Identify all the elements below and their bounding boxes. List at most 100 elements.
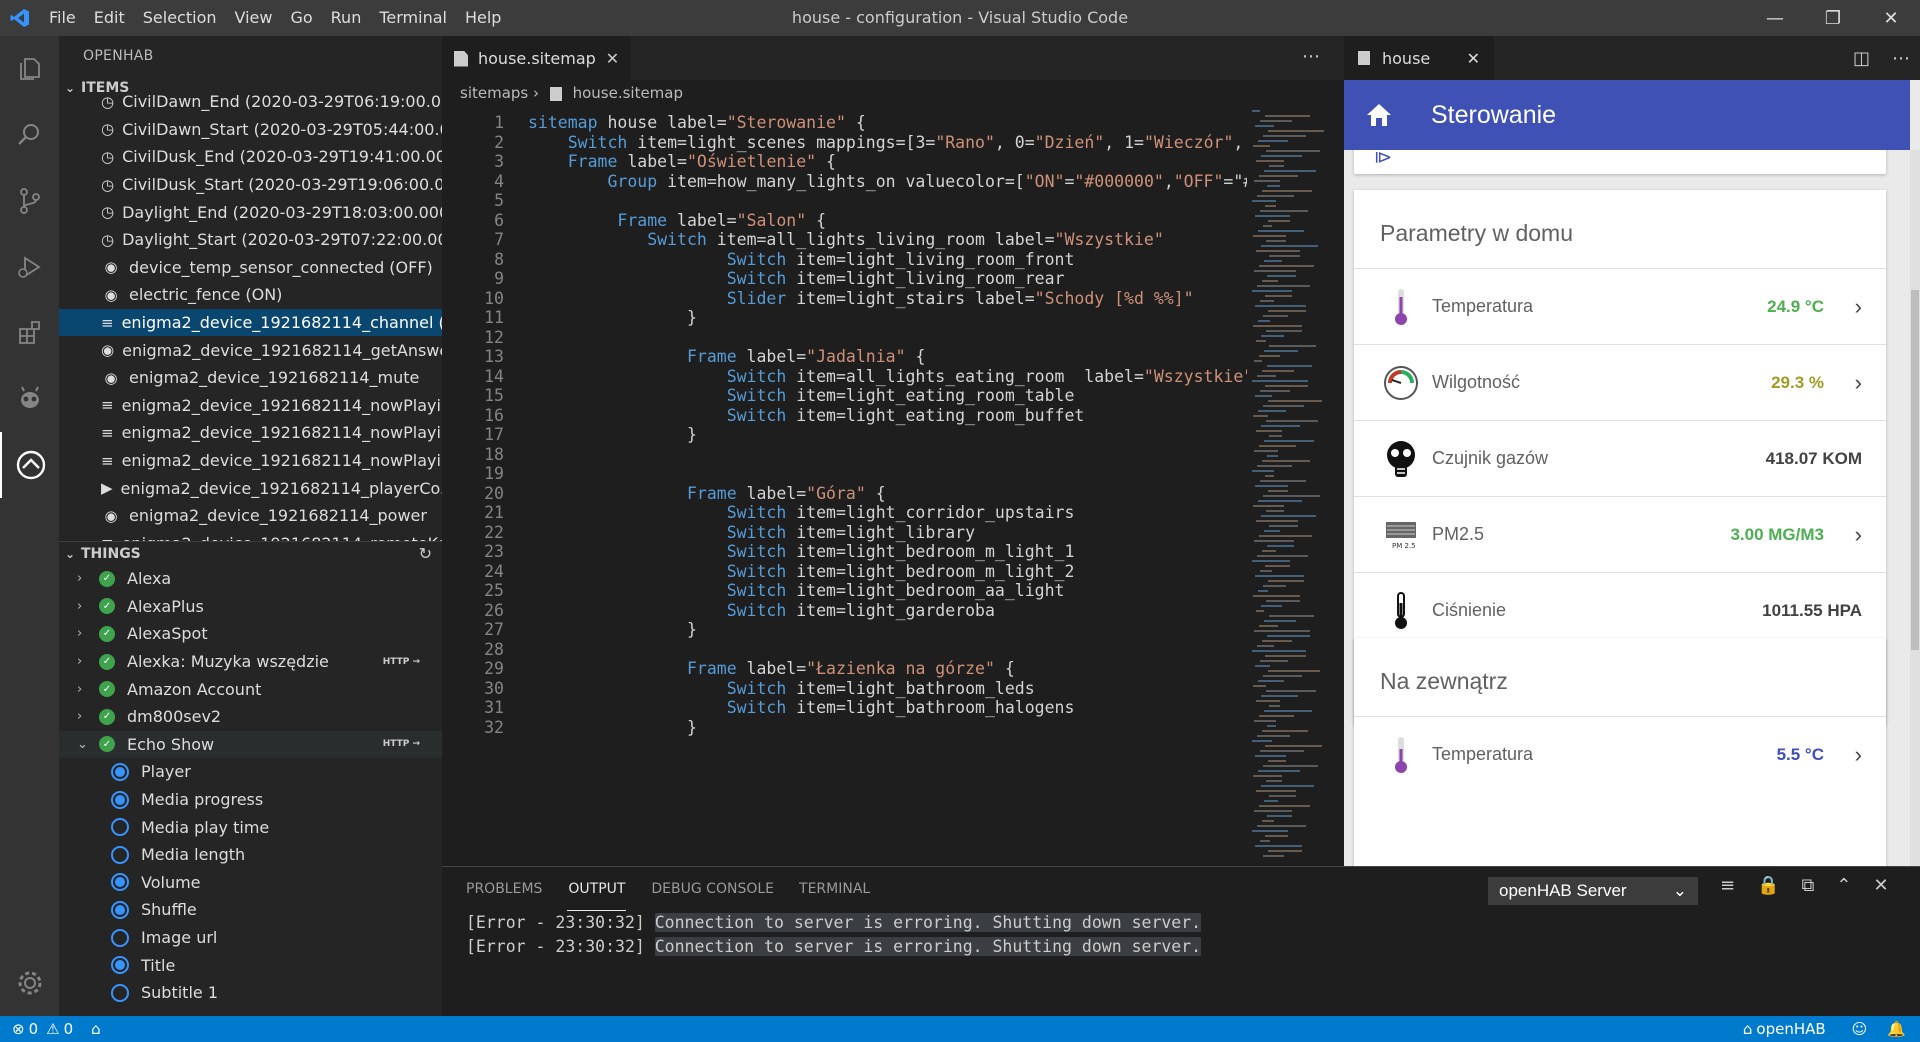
- menu-item-run[interactable]: Run: [322, 0, 371, 36]
- panel-tab-output[interactable]: OUTPUT: [567, 867, 627, 911]
- close-panel-icon[interactable]: ✕: [1873, 875, 1888, 896]
- thing-row[interactable]: › ✓ Amazon Account: [59, 675, 442, 703]
- chevron-right-icon[interactable]: ›: [77, 682, 99, 697]
- close-window-button[interactable]: ✕: [1862, 0, 1920, 36]
- feedback-icon[interactable]: ☺: [1852, 1020, 1868, 1038]
- row-outside-temperature[interactable]: Temperatura 5.5 °C ›: [1354, 716, 1886, 792]
- lock-icon[interactable]: 🔒: [1757, 875, 1779, 896]
- menu-item-edit[interactable]: Edit: [85, 0, 134, 36]
- home-icon[interactable]: [1344, 103, 1414, 127]
- item-row[interactable]: ◷ CivilDusk_Start (2020-03-29T19:06:00.00…: [59, 171, 442, 199]
- http-link-icon[interactable]: HTTP →: [383, 657, 420, 667]
- search-icon[interactable]: [0, 102, 59, 168]
- menu-item-file[interactable]: File: [40, 0, 85, 36]
- http-link-icon[interactable]: HTTP →: [383, 739, 420, 749]
- row-pm2-5[interactable]: PM 2.5 PM2.5 3.00 MG/M3 ›: [1354, 496, 1886, 572]
- channel-row[interactable]: Media play time: [59, 813, 442, 841]
- item-row[interactable]: ◉ enigma2_device_1921682114_power: [59, 502, 442, 530]
- clear-output-icon[interactable]: ≡: [1720, 875, 1735, 896]
- thing-row[interactable]: › ✓ Alexa: [59, 565, 442, 593]
- item-row[interactable]: ≡ enigma2_device_1921682114_nowPlayi...: [59, 392, 442, 420]
- openhab-status-label[interactable]: openHAB: [1756, 1020, 1825, 1038]
- menu-item-selection[interactable]: Selection: [134, 0, 226, 36]
- close-tab-icon[interactable]: ✕: [1467, 49, 1480, 68]
- thing-row[interactable]: ⌄ ✓ Echo Show HTTP →: [59, 730, 442, 759]
- thing-row[interactable]: › ✓ AlexaPlus: [59, 593, 442, 621]
- refresh-icon[interactable]: ↻: [419, 542, 432, 566]
- tab-house-preview[interactable]: house ✕: [1344, 36, 1494, 80]
- home-icon[interactable]: ⌂: [91, 1020, 101, 1038]
- scroll-thumb[interactable]: [1911, 290, 1919, 650]
- more-actions-icon[interactable]: ⋯: [1892, 48, 1910, 69]
- error-count[interactable]: 0: [29, 1020, 39, 1038]
- channel-radio-icon[interactable]: [111, 790, 129, 809]
- item-row[interactable]: ◷ Daylight_End (2020-03-29T18:03:00.000..…: [59, 198, 442, 226]
- chevron-down-icon[interactable]: ⌄: [77, 737, 99, 752]
- channel-row[interactable]: Media progress: [59, 786, 442, 814]
- thing-row[interactable]: › ✓ Alexka: Muzyka wszędzie HTTP →: [59, 648, 442, 676]
- breadcrumb-folder[interactable]: sitemaps: [460, 84, 528, 102]
- channel-radio-icon[interactable]: [111, 900, 129, 919]
- maximize-button[interactable]: ❐: [1804, 0, 1862, 36]
- channel-radio-icon[interactable]: [111, 818, 129, 837]
- row-ci-nienie[interactable]: Ciśnienie 1011.55 HPA: [1354, 572, 1886, 648]
- menu-item-view[interactable]: View: [226, 0, 282, 36]
- item-row[interactable]: ≡ enigma2_device_1921682114_channel (...: [59, 308, 442, 337]
- error-icon[interactable]: ⊗: [12, 1020, 25, 1038]
- chevron-right-icon[interactable]: ›: [77, 571, 99, 586]
- close-tab-icon[interactable]: ✕: [606, 49, 619, 68]
- menu-item-terminal[interactable]: Terminal: [370, 0, 456, 36]
- item-row[interactable]: ◉ electric_fence (ON): [59, 281, 442, 309]
- channel-radio-icon[interactable]: [111, 845, 129, 864]
- menu-item-go[interactable]: Go: [281, 0, 321, 36]
- warning-icon[interactable]: ⚠: [46, 1020, 59, 1038]
- item-row[interactable]: ▶ enigma2_device_1921682114_playerCo...: [59, 474, 442, 502]
- output-channel-select[interactable]: openHAB Server ⌄: [1488, 877, 1698, 905]
- menu-item-help[interactable]: Help: [456, 0, 510, 36]
- source-control-icon[interactable]: [0, 168, 59, 234]
- panel-tab-problems[interactable]: PROBLEMS: [466, 867, 542, 911]
- item-row[interactable]: ◉ enigma2_device_1921682114_mute: [59, 364, 442, 392]
- item-row[interactable]: ≡ enigma2_device_1921682114_nowPlayi...: [59, 419, 442, 447]
- item-row[interactable]: ◉ device_temp_sensor_connected (OFF): [59, 254, 442, 282]
- channel-radio-icon[interactable]: [111, 983, 129, 1002]
- channel-row[interactable]: Media length: [59, 841, 442, 869]
- channel-row[interactable]: Player: [59, 758, 442, 786]
- item-row[interactable]: ◷ CivilDusk_End (2020-03-29T19:41:00.00..…: [59, 143, 442, 171]
- panel-tab-terminal[interactable]: TERMINAL: [799, 867, 870, 911]
- warning-count[interactable]: 0: [64, 1020, 74, 1038]
- channel-radio-icon[interactable]: [111, 762, 129, 781]
- chevron-right-icon[interactable]: ›: [77, 599, 99, 614]
- preview-scrollbar[interactable]: [1910, 150, 1920, 866]
- channel-radio-icon[interactable]: [111, 873, 129, 892]
- row-wilgotno-[interactable]: Wilgotność 29.3 % ›: [1354, 344, 1886, 420]
- item-row[interactable]: ≡ enigma2_device_1921682114_nowPlayi...: [59, 447, 442, 475]
- home-icon[interactable]: ⌂: [1743, 1020, 1753, 1038]
- row-czujnik-gaz-w[interactable]: Czujnik gazów 418.07 KOM: [1354, 420, 1886, 496]
- minimize-button[interactable]: —: [1746, 0, 1804, 36]
- output-log[interactable]: [Error - 23:30:32] Connection to server …: [466, 911, 1202, 959]
- channel-row[interactable]: Title: [59, 951, 442, 979]
- notifications-bell-icon[interactable]: 🔔: [1887, 1020, 1906, 1038]
- item-row[interactable]: ≡ enigma2_device_1921682114_remoteKey: [59, 530, 442, 541]
- channel-radio-icon[interactable]: [111, 928, 129, 947]
- code-editor[interactable]: 1 sitemap house label="Sterowanie" {2 Swi…: [442, 106, 1247, 866]
- item-row[interactable]: ◉ enigma2_device_1921682114_getAnswe...: [59, 336, 442, 364]
- items-section-header[interactable]: ⌄ ITEMS: [59, 76, 442, 100]
- extensions-icon[interactable]: [0, 300, 59, 366]
- channel-radio-icon[interactable]: [111, 956, 129, 975]
- split-editor-icon[interactable]: ◫: [1853, 48, 1870, 69]
- alien-extension-icon[interactable]: [0, 366, 59, 432]
- settings-gear-icon[interactable]: [0, 950, 59, 1016]
- item-row[interactable]: ◷ Daylight_Start (2020-03-29T07:22:00.00.…: [59, 226, 442, 254]
- item-row[interactable]: ◷ CivilDawn_Start (2020-03-29T05:44:00.0.…: [59, 116, 442, 144]
- chevron-right-icon[interactable]: ›: [77, 654, 99, 669]
- more-actions-icon[interactable]: ⋯: [1302, 46, 1320, 67]
- thing-row[interactable]: › ✓ dm800sev2: [59, 703, 442, 731]
- channel-row[interactable]: Subtitle 1: [59, 979, 442, 1007]
- channel-row[interactable]: Image url: [59, 924, 442, 952]
- run-debug-icon[interactable]: [0, 234, 59, 300]
- tab-house-sitemap[interactable]: house.sitemap ✕: [442, 36, 632, 80]
- breadcrumb-file[interactable]: house.sitemap: [573, 84, 683, 102]
- row-temperatura[interactable]: Temperatura 24.9 °C ›: [1354, 268, 1886, 344]
